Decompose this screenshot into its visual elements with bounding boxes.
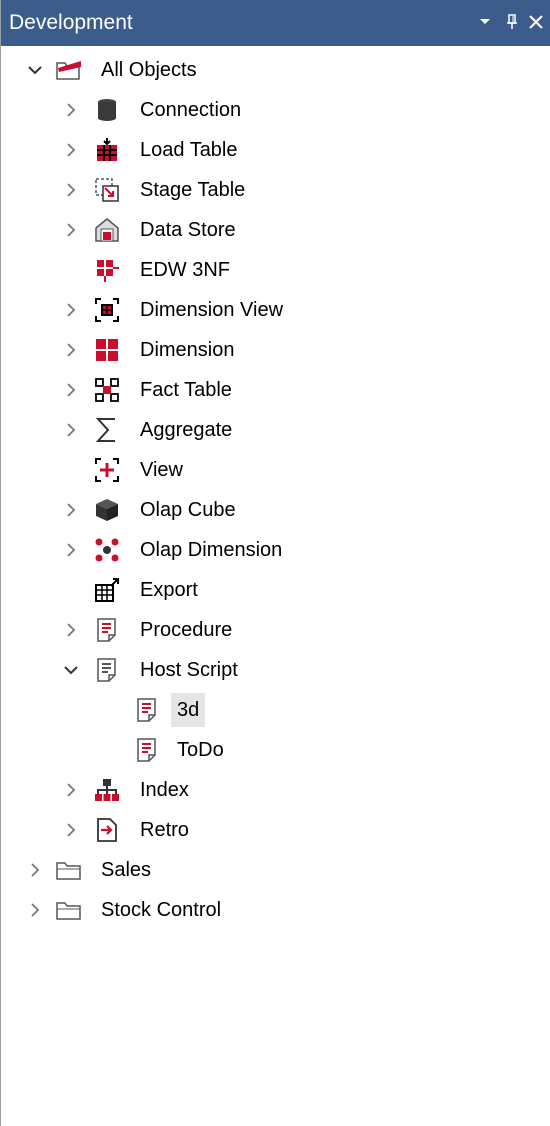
tree-item-export[interactable]: Export — [1, 570, 550, 610]
tree-item-fact-table[interactable]: Fact Table — [1, 370, 550, 410]
collapsed-chevron-icon[interactable] — [61, 780, 81, 800]
tree-item-aggregate[interactable]: Aggregate — [1, 410, 550, 450]
collapsed-chevron-icon[interactable] — [61, 380, 81, 400]
tree-item-label: Fact Table — [140, 379, 232, 401]
retro-icon — [93, 816, 121, 844]
collapsed-chevron-icon[interactable] — [61, 540, 81, 560]
tree-item-index[interactable]: Index — [1, 770, 550, 810]
collapsed-chevron-icon[interactable] — [25, 900, 45, 920]
export-icon — [93, 576, 121, 604]
collapsed-chevron-icon[interactable] — [25, 860, 45, 880]
tree-item-dimension-view[interactable]: Dimension View — [1, 290, 550, 330]
tree-item-label: Olap Dimension — [140, 539, 283, 561]
host-script-icon — [93, 656, 121, 684]
tree-item-all-objects[interactable]: All Objects — [1, 50, 550, 90]
tree-item-label: Stock Control — [101, 899, 222, 921]
collapsed-chevron-icon[interactable] — [61, 340, 81, 360]
panel-title: Development — [9, 11, 133, 34]
collapsed-chevron-icon[interactable] — [61, 620, 81, 640]
tree-item-load-table[interactable]: Load Table — [1, 130, 550, 170]
view-icon — [93, 456, 121, 484]
tree-item-label: 3d — [177, 699, 200, 721]
tree-item-host-script[interactable]: Host Script — [1, 650, 550, 690]
tree-item-olap-cube[interactable]: Olap Cube — [1, 490, 550, 530]
close-icon[interactable] — [522, 6, 550, 38]
index-icon — [93, 776, 121, 804]
tree-item-label: Host Script — [140, 659, 238, 681]
tree-item-sales[interactable]: Sales — [1, 850, 550, 890]
folder-icon — [55, 896, 83, 924]
connection-icon — [93, 96, 121, 124]
tree-item-stock-control[interactable]: Stock Control — [1, 890, 550, 930]
collapsed-chevron-icon[interactable] — [61, 420, 81, 440]
tree-item-data-store[interactable]: Data Store — [1, 210, 550, 250]
collapsed-chevron-icon[interactable] — [61, 140, 81, 160]
tree-item-label: Dimension View — [140, 299, 284, 321]
collapsed-chevron-icon[interactable] — [61, 820, 81, 840]
tree-item-label: Olap Cube — [140, 499, 236, 521]
tree-item-retro[interactable]: Retro — [1, 810, 550, 850]
tree-item-stage-table[interactable]: Stage Table — [1, 170, 550, 210]
collapsed-chevron-icon[interactable] — [61, 180, 81, 200]
collapsed-chevron-icon[interactable] — [61, 500, 81, 520]
dimension-view-icon — [93, 296, 121, 324]
tree-item-view[interactable]: View — [1, 450, 550, 490]
load-table-icon — [93, 136, 121, 164]
sigma-icon — [93, 416, 121, 444]
development-panel: Development All Objects Connection Load … — [0, 0, 550, 1126]
tree-item-label: Retro — [140, 819, 189, 841]
collapsed-chevron-icon[interactable] — [61, 100, 81, 120]
tree-item-label: All Objects — [101, 59, 197, 81]
tree-item-label: Dimension — [140, 339, 235, 361]
dimension-icon — [93, 336, 121, 364]
expanded-chevron-icon[interactable] — [25, 60, 45, 80]
tree-item-olap-dimension[interactable]: Olap Dimension — [1, 530, 550, 570]
tree-item-3d[interactable]: 3d — [1, 690, 550, 730]
tree-item-label: Index — [140, 779, 189, 801]
tree-item-label: Export — [140, 579, 198, 601]
panel-titlebar: Development — [1, 0, 550, 46]
tree-item-label: Load Table — [140, 139, 238, 161]
script-icon — [133, 696, 161, 724]
olap-cube-icon — [93, 496, 121, 524]
procedure-icon — [93, 616, 121, 644]
tree-item-edw-3nf[interactable]: EDW 3NF — [1, 250, 550, 290]
tree-item-dimension[interactable]: Dimension — [1, 330, 550, 370]
tree-item-label: EDW 3NF — [140, 259, 230, 281]
data-store-icon — [93, 216, 121, 244]
tree-item-label: ToDo — [177, 739, 224, 761]
tree-item-label: View — [140, 459, 183, 481]
tree-item-connection[interactable]: Connection — [1, 90, 550, 130]
tree-item-label: Sales — [101, 859, 152, 881]
tree-item-label: Procedure — [140, 619, 233, 641]
tree-item-todo[interactable]: ToDo — [1, 730, 550, 770]
expanded-chevron-icon[interactable] — [61, 660, 81, 680]
tree-item-label: Aggregate — [140, 419, 233, 441]
dropdown-arrow-icon[interactable] — [471, 6, 499, 38]
tree-item-label: Stage Table — [140, 179, 246, 201]
fact-table-icon — [93, 376, 121, 404]
collapsed-chevron-icon[interactable] — [61, 220, 81, 240]
olap-dimension-icon — [93, 536, 121, 564]
tree-item-label: Data Store — [140, 219, 236, 241]
edw-3nf-icon — [93, 256, 121, 284]
tree-item-label: Connection — [140, 99, 242, 121]
open-folder-red-icon — [55, 56, 83, 84]
folder-icon — [55, 856, 83, 884]
collapsed-chevron-icon[interactable] — [61, 300, 81, 320]
script-icon — [133, 736, 161, 764]
tree-item-procedure[interactable]: Procedure — [1, 610, 550, 650]
stage-table-icon — [93, 176, 121, 204]
